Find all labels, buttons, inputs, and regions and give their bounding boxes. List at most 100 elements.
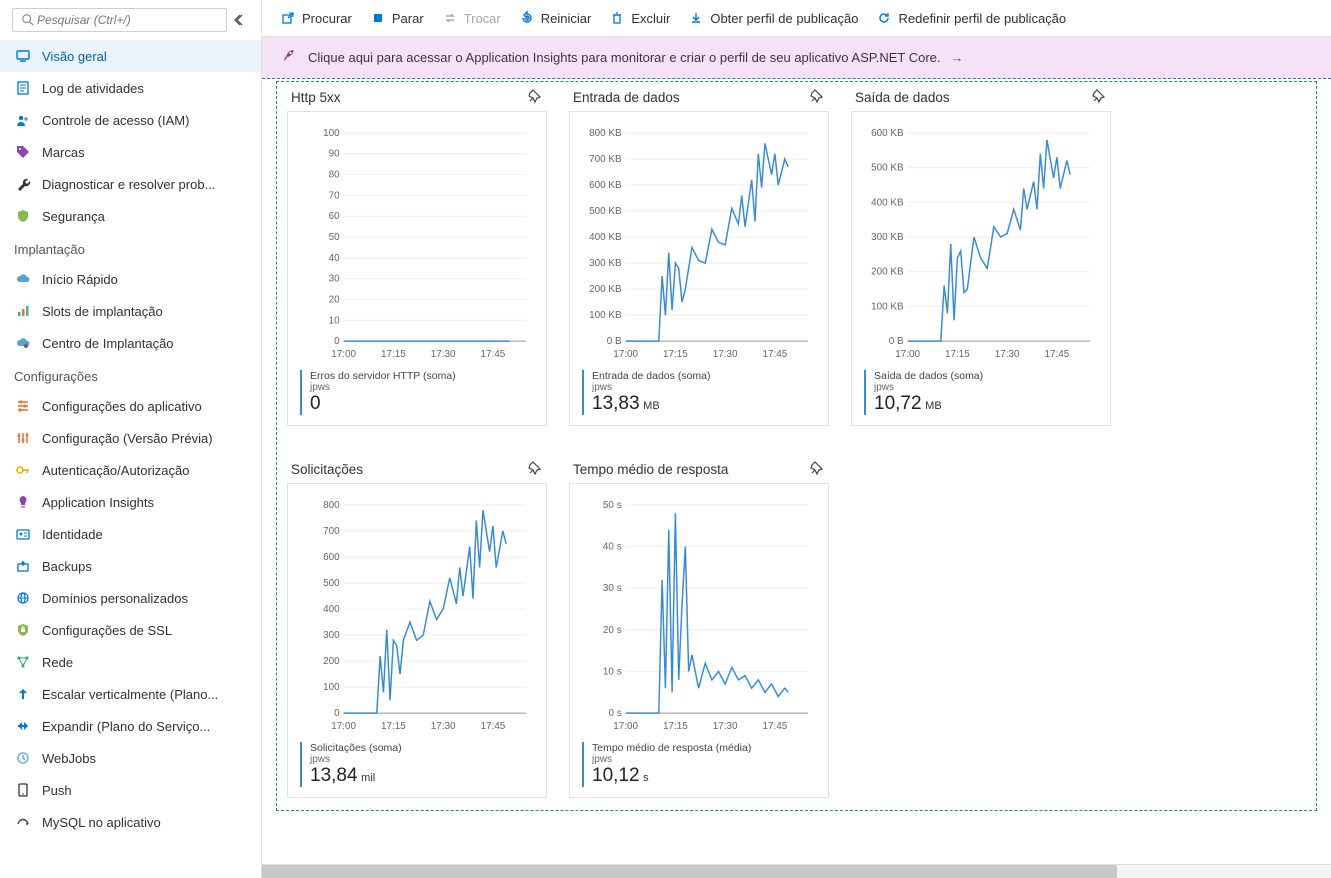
sidebar-item-webjobs[interactable]: WebJobs [0, 742, 261, 774]
webjobs-icon [14, 749, 32, 767]
pin-button[interactable] [809, 88, 825, 107]
metric-resource: jpws [592, 382, 816, 393]
sidebar-item-scale-up[interactable]: Escalar verticalmente (Plano... [0, 678, 261, 710]
toolbar-button-label: Reiniciar [541, 11, 592, 26]
sidebar-item-scale-out[interactable]: Expandir (Plano do Serviço... [0, 710, 261, 742]
id-icon [14, 525, 32, 543]
pin-button[interactable] [527, 460, 543, 479]
sidebar-item-app-insights[interactable]: Application Insights [0, 486, 261, 518]
metric-tile[interactable]: 0 B100 KB200 KB300 KB400 KB500 KB600 KB1… [851, 111, 1111, 426]
svg-text:70: 70 [329, 190, 341, 201]
svg-text:600: 600 [323, 552, 340, 563]
log-icon [14, 79, 32, 97]
metric-value: 10,12 [592, 765, 640, 786]
search-box[interactable] [12, 8, 227, 32]
reset-icon [876, 10, 892, 26]
sidebar-item-domains[interactable]: Domínios personalizados [0, 582, 261, 614]
svg-text:17:00: 17:00 [895, 349, 920, 360]
restart-button[interactable]: Reiniciar [519, 10, 592, 26]
svg-text:17:45: 17:45 [480, 349, 505, 360]
sidebar-item-overview[interactable]: Visão geral [0, 40, 261, 72]
sidebar-item-label: Slots de implantação [42, 304, 163, 319]
app-insights-banner[interactable]: Clique aqui para acessar o Application I… [262, 37, 1331, 79]
horizontal-scrollbar[interactable] [262, 864, 1331, 878]
sidebar-item-iam[interactable]: Controle de acesso (IAM) [0, 104, 261, 136]
sidebar-item-security[interactable]: Segurança [0, 200, 261, 232]
external-icon [280, 10, 296, 26]
sidebar-item-quickstart[interactable]: Início Rápido [0, 263, 261, 295]
metric-resource: jpws [874, 382, 1098, 393]
sidebar-item-backups[interactable]: Backups [0, 550, 261, 582]
sidebar-item-label: Log de atividades [42, 81, 144, 96]
metric-tile[interactable]: 010020030040050060070080017:0017:1517:30… [287, 483, 547, 798]
sidebar-item-config-preview[interactable]: Configuração (Versão Prévia) [0, 422, 261, 454]
tile-column: Entrada de dados 0 B100 KB200 KB300 KB40… [569, 82, 829, 426]
sidebar-item-ssl[interactable]: Configurações de SSL [0, 614, 261, 646]
sidebar-item-label: Rede [42, 655, 73, 670]
sidebar-item-network[interactable]: Rede [0, 646, 261, 678]
svg-text:800: 800 [323, 500, 340, 511]
sidebar-item-identity[interactable]: Identidade [0, 518, 261, 550]
stop-button[interactable]: Parar [370, 10, 424, 26]
reset-profile-button[interactable]: Redefinir perfil de publicação [876, 10, 1066, 26]
chart: 0 B100 KB200 KB300 KB400 KB500 KB600 KB1… [864, 124, 1098, 364]
sidebar-item-deploy-center[interactable]: Centro de Implantação [0, 327, 261, 359]
network-icon [14, 653, 32, 671]
pin-button[interactable] [1091, 88, 1107, 107]
metric-tile[interactable]: 0 B100 KB200 KB300 KB400 KB500 KB600 KB7… [569, 111, 829, 426]
delete-button[interactable]: Excluir [609, 10, 670, 26]
chart: 010203040506070809010017:0017:1517:3017:… [300, 124, 534, 364]
sidebar-item-label: Configuração (Versão Prévia) [42, 431, 213, 446]
sidebar-item-activity-log[interactable]: Log de atividades [0, 72, 261, 104]
svg-text:17:30: 17:30 [713, 349, 738, 360]
svg-text:10: 10 [329, 315, 341, 326]
metric-resource: jpws [592, 754, 816, 765]
sidebar-item-app-settings[interactable]: Configurações do aplicativo [0, 390, 261, 422]
svg-text:40: 40 [329, 253, 341, 264]
svg-text:20 s: 20 s [603, 625, 622, 636]
pin-button[interactable] [527, 88, 543, 107]
tile-title: Tempo médio de resposta [573, 462, 728, 477]
sidebar-item-mysql[interactable]: MySQL no aplicativo [0, 806, 261, 838]
main-content: Procurar Parar Trocar Reiniciar Excluir Obter… [262, 0, 1331, 878]
svg-text:17:00: 17:00 [613, 721, 638, 732]
svg-text:30 s: 30 s [603, 583, 622, 594]
get-profile-button[interactable]: Obter perfil de publicação [688, 10, 858, 26]
svg-text:0: 0 [334, 708, 340, 719]
sidebar-item-push[interactable]: Push [0, 774, 261, 806]
metric-tile[interactable]: 0 s10 s20 s30 s40 s50 s17:0017:1517:3017… [569, 483, 829, 798]
sidebar-item-slots[interactable]: Slots de implantação [0, 295, 261, 327]
toolbar-button-label: Excluir [631, 11, 670, 26]
tile-column: Solicitações 010020030040050060070080017… [287, 454, 547, 798]
collapse-sidebar-button[interactable] [231, 11, 249, 29]
nav-menu: Visão geral Log de atividades Controle de … [0, 40, 261, 878]
sidebar-item-label: Expandir (Plano do Serviço... [42, 719, 210, 734]
metric-name: Entrada de dados (soma) [592, 370, 816, 382]
bulb-icon [14, 493, 32, 511]
toolbar-button-label: Trocar [464, 11, 501, 26]
bars-icon [14, 302, 32, 320]
svg-text:0 B: 0 B [889, 336, 904, 347]
svg-text:17:30: 17:30 [995, 349, 1020, 360]
sidebar-item-auth[interactable]: Autenticação/Autorização [0, 454, 261, 486]
svg-text:0 B: 0 B [607, 336, 622, 347]
sidebar-item-diagnose[interactable]: Diagnosticar e resolver prob... [0, 168, 261, 200]
metric-tile[interactable]: 010203040506070809010017:0017:1517:3017:… [287, 111, 547, 426]
swap-icon [442, 10, 458, 26]
chart: 010020030040050060070080017:0017:1517:30… [300, 496, 534, 736]
search-input[interactable] [37, 13, 220, 27]
svg-text:90: 90 [329, 149, 341, 160]
metric-resource: jpws [310, 382, 534, 393]
browse-button[interactable]: Procurar [280, 10, 352, 26]
svg-text:17:45: 17:45 [762, 349, 787, 360]
sidebar-item-label: WebJobs [42, 751, 96, 766]
tag-icon [14, 143, 32, 161]
pin-button[interactable] [809, 460, 825, 479]
sidebar-item-tags[interactable]: Marcas [0, 136, 261, 168]
sidebar-item-label: Diagnosticar e resolver prob... [42, 177, 215, 192]
gear-cloud-icon [14, 334, 32, 352]
svg-text:17:45: 17:45 [480, 721, 505, 732]
metric-unit: s [643, 772, 649, 784]
svg-text:200: 200 [323, 656, 340, 667]
scale-out-icon [14, 717, 32, 735]
